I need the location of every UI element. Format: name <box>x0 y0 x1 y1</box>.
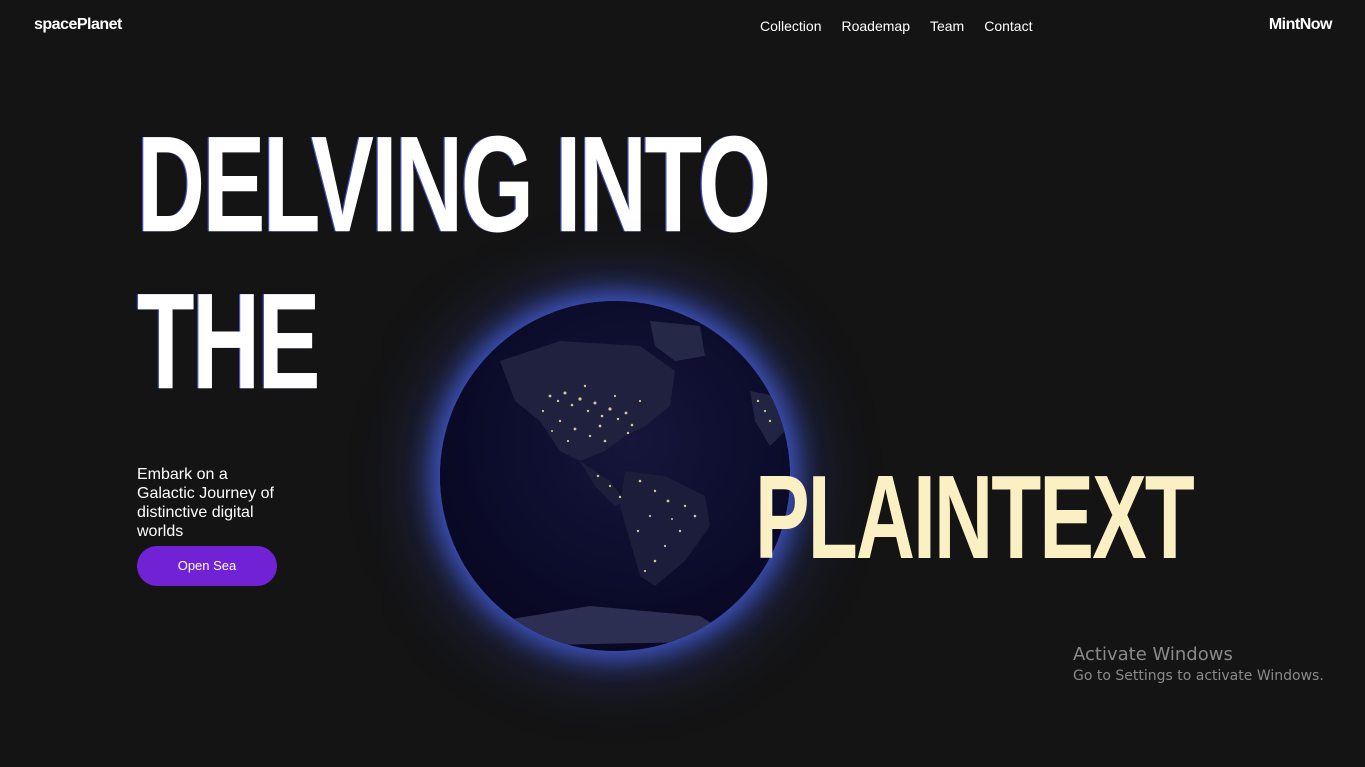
nav-link-roadmap[interactable]: Roademap <box>841 18 910 34</box>
mint-now-link[interactable]: MintNow <box>1269 16 1333 34</box>
hero-headline-line-2: THE <box>137 264 321 418</box>
brand-logo[interactable]: spacePlanet <box>34 16 122 34</box>
main-nav: Collection Roademap Team Contact <box>760 18 1032 34</box>
windows-activation-watermark: Activate Windows Go to Settings to activ… <box>1073 644 1324 686</box>
open-sea-button[interactable]: Open Sea <box>137 546 277 586</box>
nav-link-team[interactable]: Team <box>930 18 964 34</box>
hero-tagline: Embark on a Galactic Journey of distinct… <box>137 466 274 540</box>
watermark-title: Activate Windows <box>1073 644 1233 665</box>
hero-headline-line-1: DELVING INTO <box>137 107 771 261</box>
earth-globe-image <box>440 301 790 651</box>
nav-link-contact[interactable]: Contact <box>984 18 1032 34</box>
watermark-subtitle: Go to Settings to activate Windows. <box>1073 668 1324 684</box>
nav-link-collection[interactable]: Collection <box>760 18 821 34</box>
hero-headline-line-3: PLAINTEXT <box>755 450 1195 584</box>
